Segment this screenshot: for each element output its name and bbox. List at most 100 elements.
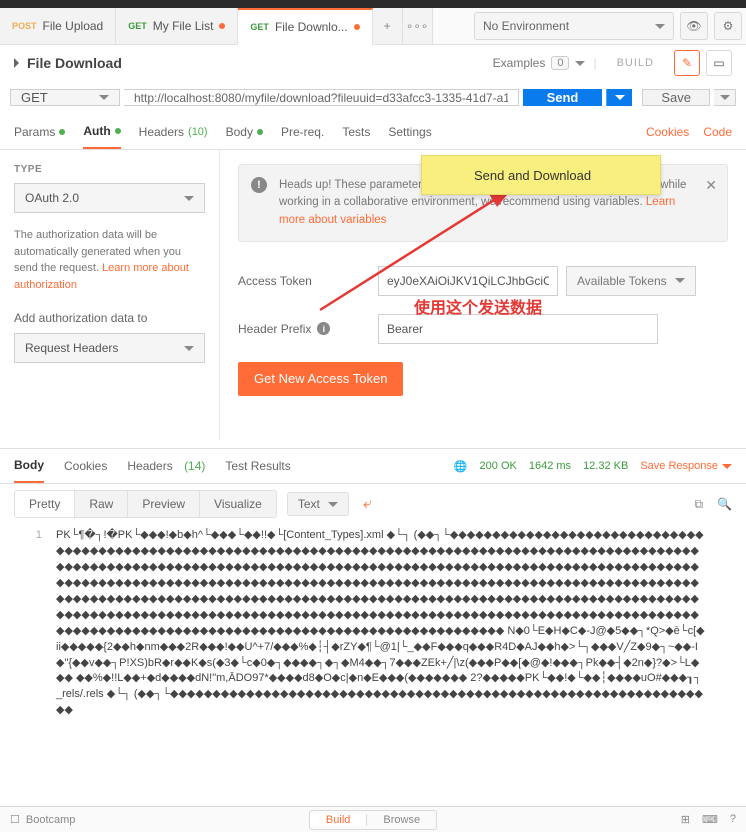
auth-type-selector[interactable]: OAuth 2.0 — [14, 183, 205, 213]
chevron-down-icon — [722, 464, 732, 469]
auth-description: The authorization data will be automatic… — [14, 227, 205, 293]
bootcamp-link[interactable]: Bootcamp — [26, 814, 76, 826]
chevron-down-icon — [184, 196, 194, 201]
tab-title: File Downlo... — [275, 20, 348, 34]
response-tab-headers[interactable]: Headers (14) — [127, 449, 205, 483]
chevron-down-icon — [615, 95, 625, 100]
send-options-button[interactable] — [606, 89, 632, 106]
code-link[interactable]: Code — [703, 125, 732, 139]
save-response-dropdown[interactable]: Save Response — [640, 460, 732, 472]
network-icon[interactable]: 🌐 — [454, 460, 468, 473]
chevron-down-icon — [99, 95, 109, 100]
dot-icon — [257, 129, 263, 135]
tab-settings[interactable]: Settings — [388, 114, 431, 149]
access-token-label: Access Token — [238, 274, 378, 288]
tab-file-upload[interactable]: POST File Upload — [0, 8, 116, 44]
edit-button[interactable]: ✎ — [674, 50, 700, 76]
alert-close-button[interactable]: ✕ — [705, 175, 717, 196]
sliders-icon: ⚙ — [723, 19, 734, 33]
tab-options-button[interactable]: ∘∘∘ — [403, 8, 433, 44]
wrap-lines-button[interactable]: ⤶ — [359, 495, 376, 513]
url-input[interactable] — [124, 89, 519, 106]
header-prefix-label: Header Prefix — [238, 322, 311, 336]
copy-response-button[interactable]: ⧉ — [694, 497, 703, 512]
collapse-icon[interactable] — [14, 58, 19, 68]
method-badge: GET — [128, 21, 147, 31]
send-button[interactable]: Send — [523, 89, 603, 106]
eye-icon: 👁 — [686, 19, 701, 33]
chevron-down-icon — [328, 502, 338, 507]
tab-tests[interactable]: Tests — [342, 114, 370, 149]
available-tokens-dropdown[interactable]: Available Tokens — [566, 266, 696, 296]
http-method-selector[interactable]: GET — [10, 89, 120, 106]
chevron-down-icon — [575, 61, 585, 66]
line-number: 1 — [14, 528, 42, 544]
examples-count: 0 — [551, 56, 569, 70]
tab-my-file-list[interactable]: GET My File List — [116, 8, 238, 44]
method-badge: POST — [12, 21, 37, 31]
build-mode-button[interactable]: BUILD — [617, 57, 654, 69]
response-format-selector[interactable]: Text — [287, 492, 349, 516]
environment-label: No Environment — [483, 19, 569, 33]
comment-icon: ▭ — [713, 56, 724, 70]
send-and-download-item[interactable]: Send and Download — [421, 155, 661, 195]
tab-params[interactable]: Params — [14, 114, 65, 149]
info-icon: i — [317, 322, 330, 335]
auth-type-label: TYPE — [14, 164, 205, 175]
response-view-mode: Pretty Raw Preview Visualize — [14, 490, 277, 518]
header-prefix-input[interactable] — [378, 314, 658, 344]
tab-title: File Upload — [43, 19, 104, 33]
new-tab-button[interactable]: + — [373, 8, 403, 44]
tab-authorization[interactable]: Auth — [83, 114, 120, 149]
environment-quicklook-button[interactable]: 👁 — [680, 12, 708, 40]
tab-title: My File List — [153, 19, 214, 33]
warning-icon: ! — [251, 177, 267, 193]
view-raw-button[interactable]: Raw — [75, 491, 128, 517]
environment-selector[interactable]: No Environment — [474, 12, 674, 40]
help-icon[interactable]: ? — [730, 813, 736, 826]
tab-prerequest[interactable]: Pre-req. — [281, 114, 324, 149]
method-badge: GET — [250, 22, 269, 32]
response-size: 12.32 KB — [583, 460, 628, 472]
two-pane-icon[interactable]: ⊞ — [681, 813, 690, 826]
response-content[interactable]: PK└¶�┐!�PK└◆◆◆!◆b◆h^└◆◆◆└◆◆!!◆└[Content_… — [56, 528, 706, 719]
dot-icon — [115, 128, 121, 134]
request-name: File Download — [27, 55, 122, 71]
tab-file-download[interactable]: GET File Downlo... — [238, 8, 372, 45]
view-preview-button[interactable]: Preview — [128, 491, 200, 517]
save-options-button[interactable] — [714, 89, 736, 106]
tab-headers[interactable]: Headers(10) — [139, 114, 208, 149]
get-new-access-token-button[interactable]: Get New Access Token — [238, 362, 403, 396]
chevron-down-icon — [675, 278, 685, 283]
save-button[interactable]: Save — [642, 89, 710, 106]
response-status: 200 OK — [480, 460, 517, 472]
examples-dropdown[interactable]: Examples 0 — [493, 56, 586, 70]
unsaved-dot-icon — [354, 24, 360, 30]
response-tab-cookies[interactable]: Cookies — [64, 449, 107, 483]
cookies-link[interactable]: Cookies — [646, 125, 689, 139]
pencil-icon: ✎ — [682, 56, 692, 70]
tab-body[interactable]: Body — [226, 114, 263, 149]
environment-settings-button[interactable]: ⚙ — [714, 12, 742, 40]
footer-build-button[interactable]: Build — [310, 814, 367, 826]
add-data-to-selector[interactable]: Request Headers — [14, 333, 205, 363]
chevron-down-icon — [184, 346, 194, 351]
response-body: 1 PK└¶�┐!�PK└◆◆◆!◆b◆h^└◆◆◆└◆◆!!◆└[Content… — [0, 524, 746, 744]
comment-button[interactable]: ▭ — [706, 50, 732, 76]
add-data-to-label: Add authorization data to — [14, 311, 205, 325]
unsaved-dot-icon — [219, 23, 225, 29]
keyboard-icon[interactable]: ⌨ — [702, 813, 718, 826]
view-pretty-button[interactable]: Pretty — [15, 491, 75, 517]
response-tab-test-results[interactable]: Test Results — [225, 449, 290, 483]
response-time: 1642 ms — [529, 460, 571, 472]
chevron-down-icon — [720, 95, 730, 100]
request-tabs-row: POST File Upload GET My File List GET Fi… — [0, 8, 746, 45]
chevron-down-icon — [655, 24, 665, 29]
access-token-input[interactable] — [378, 266, 558, 296]
view-visualize-button[interactable]: Visualize — [200, 491, 276, 517]
footer-browse-button[interactable]: Browse — [367, 814, 436, 826]
dot-icon — [59, 129, 65, 135]
search-response-button[interactable]: 🔍 — [717, 497, 732, 512]
response-tab-body[interactable]: Body — [14, 449, 44, 483]
bootcamp-icon: ☐ — [10, 813, 20, 826]
